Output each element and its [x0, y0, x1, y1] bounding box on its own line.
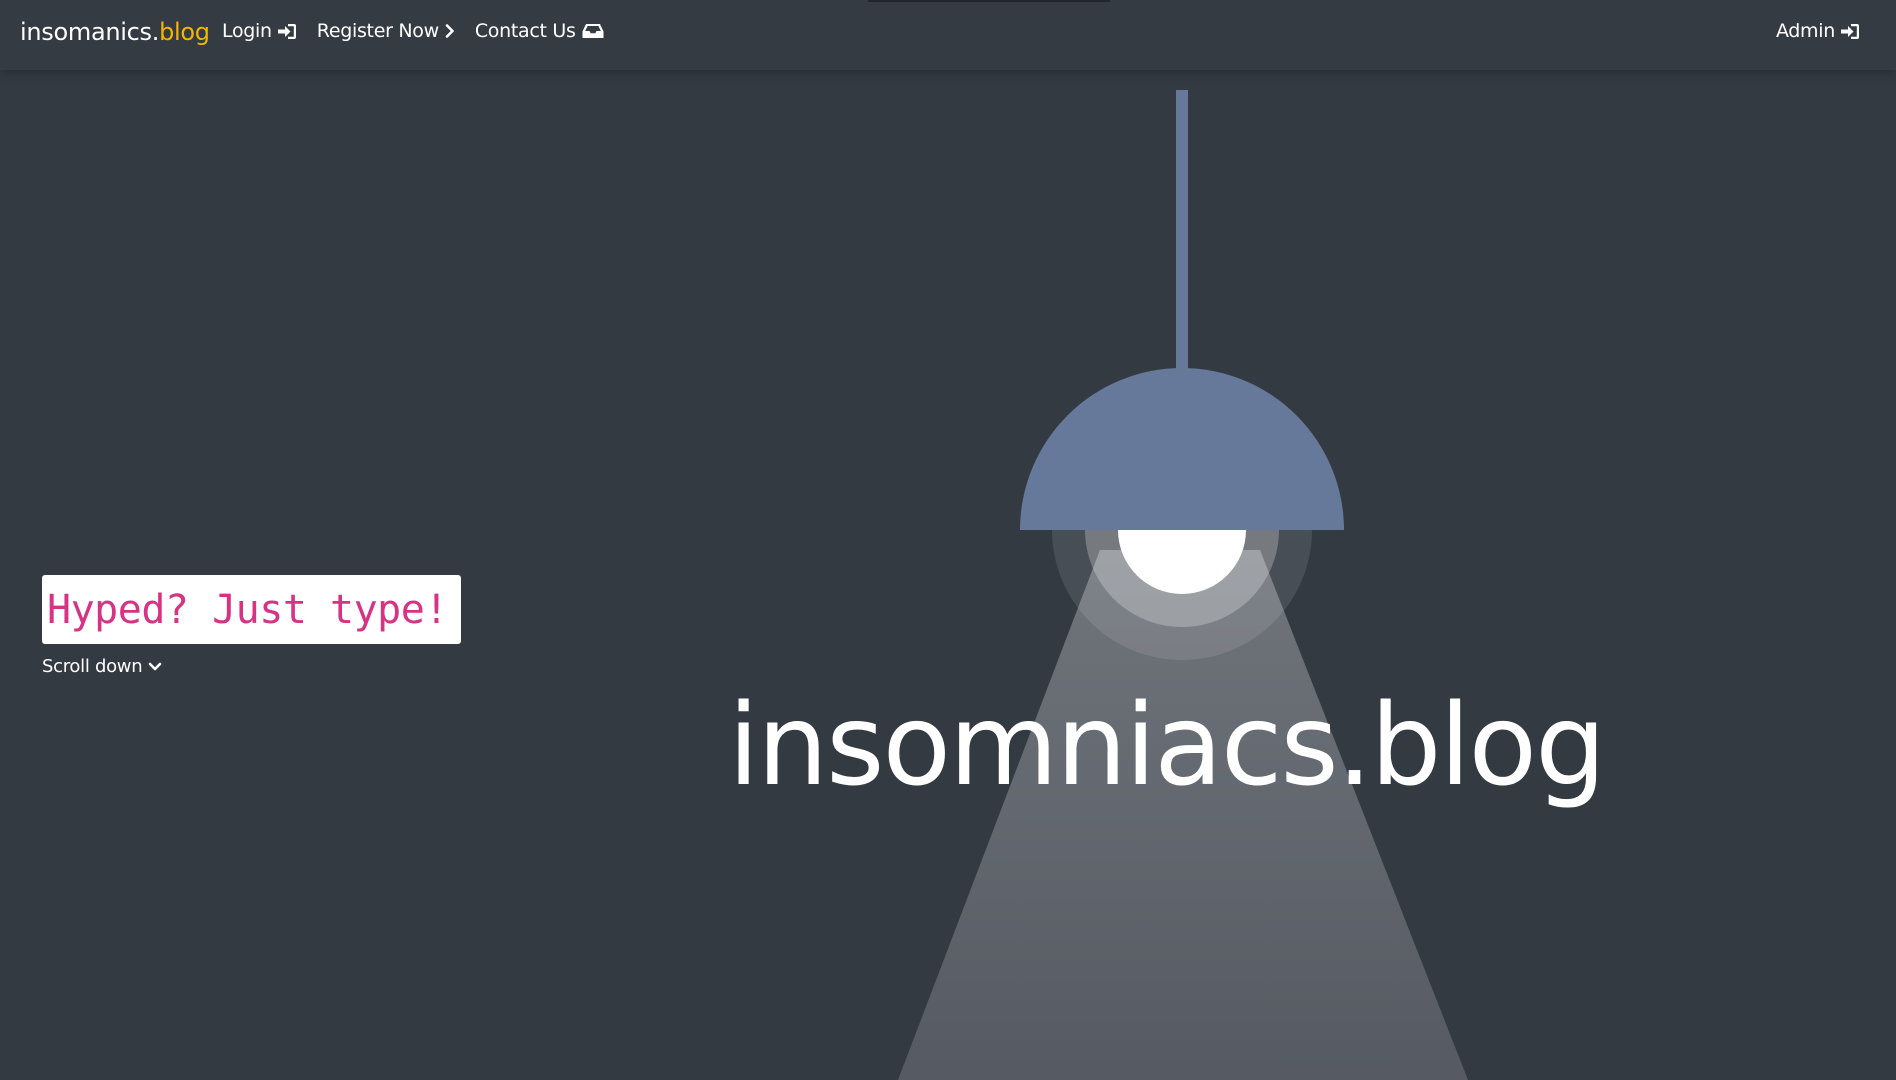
brand-name: insomanics. [20, 18, 160, 46]
scroll-down-link[interactable]: Scroll down [42, 656, 162, 677]
nav-login-link[interactable]: Login [222, 20, 297, 42]
nav-contact-link[interactable]: Contact Us [475, 20, 604, 42]
nav-links: Login Register Now Contact Us [222, 20, 604, 42]
scroll-down-label: Scroll down [42, 656, 143, 677]
hero-tagline: Hyped? Just type! [42, 575, 461, 644]
loading-bar [868, 0, 1110, 2]
nav-register-label: Register Now [316, 20, 439, 42]
hanging-lamp-illustration [898, 90, 1468, 1080]
nav-login-label: Login [222, 20, 272, 42]
inbox-icon [582, 23, 604, 39]
chevron-down-icon [148, 662, 162, 672]
nav-admin-label: Admin [1775, 20, 1835, 42]
sign-in-icon [1841, 23, 1860, 40]
lamp-shade [1020, 368, 1344, 530]
sign-in-icon [277, 23, 297, 40]
hero-title: insomniacs.blog [728, 681, 1606, 811]
nav-admin-link[interactable]: Admin [1776, 20, 1860, 42]
nav-register-link[interactable]: Register Now [317, 20, 455, 42]
top-navbar: insomanics.blog Login Register Now Conta… [0, 0, 1896, 70]
chevron-right-icon [445, 24, 455, 38]
brand-accent: blog [159, 18, 210, 46]
nav-contact-label: Contact Us [474, 20, 576, 42]
lamp-cord [1176, 90, 1188, 372]
brand-logo-link[interactable]: insomanics.blog [20, 18, 210, 46]
